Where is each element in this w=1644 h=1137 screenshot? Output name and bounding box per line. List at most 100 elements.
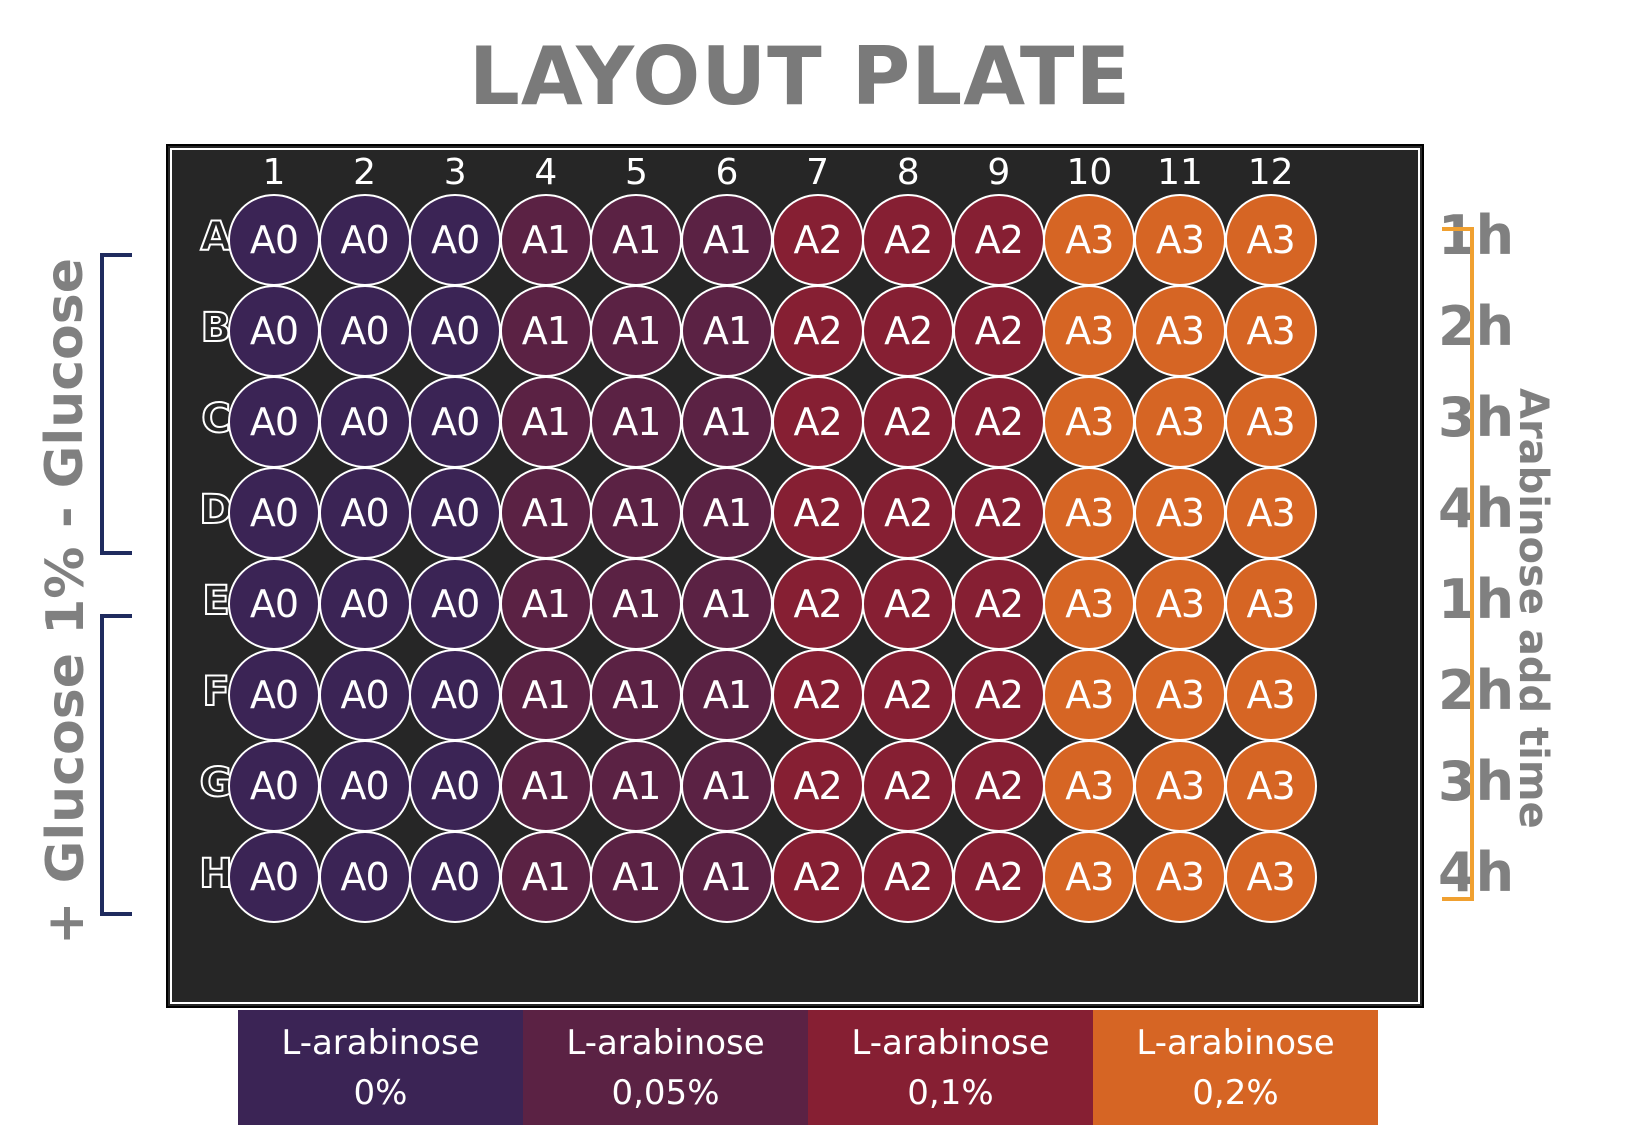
well-F11: A3: [1134, 649, 1226, 741]
minus-glucose-label: - Glucose: [35, 258, 95, 528]
well-H6: A1: [681, 831, 773, 923]
legend-label: L-arabinose: [566, 1022, 765, 1063]
well-D3: A0: [409, 467, 502, 559]
well-A4: A1: [499, 194, 592, 286]
column-number: 3: [443, 152, 467, 193]
well-E4: A1: [499, 558, 592, 650]
well-C1: A0: [228, 376, 320, 468]
well-F1: A0: [228, 649, 320, 741]
well-F8: A2: [862, 649, 955, 741]
well-F10: A3: [1043, 649, 1136, 741]
column-number: 6: [715, 152, 739, 193]
well-C5: A1: [590, 376, 683, 468]
column-number: 1: [262, 152, 286, 193]
page-title: LAYOUT PLATE: [468, 30, 1132, 123]
well-G12: A3: [1224, 740, 1317, 832]
column-number: 2: [353, 152, 377, 193]
arabinose-add-time-label: Arabinose add time: [1510, 388, 1556, 829]
well-A5: A1: [590, 194, 683, 286]
well-H3: A0: [409, 831, 502, 923]
well-A6: A1: [681, 194, 773, 286]
well-B9: A2: [952, 285, 1045, 377]
well-B10: A3: [1043, 285, 1136, 377]
well-G2: A0: [318, 740, 411, 832]
well-E2: A0: [318, 558, 411, 650]
well-C7: A2: [771, 376, 864, 468]
legend-concentration: 0,05%: [611, 1072, 720, 1113]
well-A3: A0: [409, 194, 502, 286]
well-H4: A1: [499, 831, 592, 923]
well-A9: A2: [952, 194, 1045, 286]
well-C3: A0: [409, 376, 502, 468]
column-number: 12: [1247, 152, 1294, 193]
well-G11: A3: [1134, 740, 1226, 832]
well-F6: A1: [681, 649, 773, 741]
well-E3: A0: [409, 558, 502, 650]
legend-item: L-arabinose 0,2%: [1093, 1010, 1378, 1125]
well-C2: A0: [318, 376, 411, 468]
well-G5: A1: [590, 740, 683, 832]
column-number: 10: [1066, 152, 1113, 193]
well-F7: A2: [771, 649, 864, 741]
well-G3: A0: [409, 740, 502, 832]
well-B6: A1: [681, 285, 773, 377]
legend-concentration: 0,2%: [1192, 1072, 1279, 1113]
well-F9: A2: [952, 649, 1045, 741]
well-A11: A3: [1134, 194, 1226, 286]
well-G7: A2: [771, 740, 864, 832]
well-H1: A0: [228, 831, 320, 923]
well-B5: A1: [590, 285, 683, 377]
legend-concentration: 0%: [353, 1072, 408, 1113]
column-number: 5: [624, 152, 648, 193]
well-D1: A0: [228, 467, 320, 559]
well-A7: A2: [771, 194, 864, 286]
well-E6: A1: [681, 558, 773, 650]
well-B2: A0: [318, 285, 411, 377]
well-B7: A2: [771, 285, 864, 377]
well-D7: A2: [771, 467, 864, 559]
well-G8: A2: [862, 740, 955, 832]
well-E7: A2: [771, 558, 864, 650]
well-A10: A3: [1043, 194, 1136, 286]
well-H7: A2: [771, 831, 864, 923]
well-H12: A3: [1224, 831, 1317, 923]
well-E10: A3: [1043, 558, 1136, 650]
column-number: 8: [896, 152, 920, 193]
well-D9: A2: [952, 467, 1045, 559]
column-number: 7: [806, 152, 830, 193]
well-E11: A3: [1134, 558, 1226, 650]
well-G6: A1: [681, 740, 773, 832]
well-D4: A1: [499, 467, 592, 559]
well-A2: A0: [318, 194, 411, 286]
well-D6: A1: [681, 467, 773, 559]
legend-item: L-arabinose 0,05%: [523, 1010, 808, 1125]
well-F3: A0: [409, 649, 502, 741]
well-C8: A2: [862, 376, 955, 468]
well-C6: A1: [681, 376, 773, 468]
plus-glucose-label: + Glucose 1%: [36, 546, 96, 945]
well-C4: A1: [499, 376, 592, 468]
well-F2: A0: [318, 649, 411, 741]
well-B1: A0: [228, 285, 320, 377]
column-number: 11: [1157, 152, 1203, 193]
well-H10: A3: [1043, 831, 1136, 923]
well-F12: A3: [1224, 649, 1317, 741]
column-number: 9: [987, 152, 1011, 193]
well-C9: A2: [952, 376, 1045, 468]
legend-item: L-arabinose 0%: [238, 1010, 523, 1125]
well-B12: A3: [1224, 285, 1317, 377]
well-D8: A2: [862, 467, 955, 559]
arabinose-time-bracket: [1442, 227, 1474, 901]
well-G10: A3: [1043, 740, 1136, 832]
well-C10: A3: [1043, 376, 1136, 468]
well-A1: A0: [228, 194, 320, 286]
well-B11: A3: [1134, 285, 1226, 377]
well-F4: A1: [499, 649, 592, 741]
well-A8: A2: [862, 194, 955, 286]
legend-item: L-arabinose 0,1%: [808, 1010, 1093, 1125]
minus-glucose-bracket: [100, 253, 132, 555]
well-D10: A3: [1043, 467, 1136, 559]
well-D12: A3: [1224, 467, 1317, 559]
column-number: 4: [534, 152, 558, 193]
well-H9: A2: [952, 831, 1045, 923]
